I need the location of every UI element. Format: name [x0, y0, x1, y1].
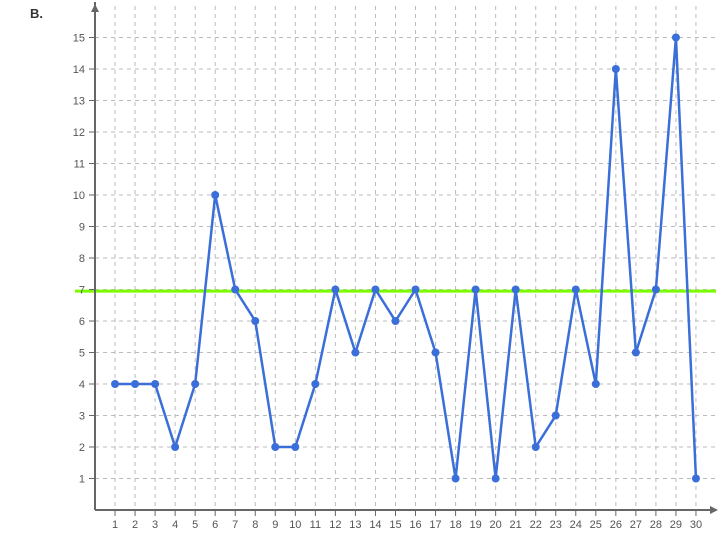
data-point — [572, 286, 580, 294]
data-point — [432, 349, 440, 357]
data-point — [171, 443, 179, 451]
x-tick-label: 1 — [112, 519, 118, 531]
data-point — [311, 380, 319, 388]
x-tick-label: 7 — [232, 519, 238, 531]
y-tick-label: 2 — [79, 442, 85, 454]
y-tick-label: 4 — [79, 379, 85, 391]
x-tick-label: 30 — [690, 519, 702, 531]
y-tick-label: 12 — [73, 127, 85, 139]
data-point — [512, 286, 520, 294]
y-tick-label: 5 — [79, 348, 85, 360]
x-tick-label: 8 — [252, 519, 258, 531]
data-point — [391, 317, 399, 325]
data-point — [532, 443, 540, 451]
x-tick-label: 13 — [349, 519, 361, 531]
y-tick-label: 1 — [79, 474, 85, 486]
data-point — [251, 317, 259, 325]
data-point — [111, 380, 119, 388]
data-point — [191, 380, 199, 388]
x-tick-label: 11 — [310, 519, 321, 531]
data-point — [211, 191, 219, 199]
x-tick-label: 25 — [590, 519, 602, 531]
x-tick-label: 27 — [630, 519, 642, 531]
x-tick-label: 21 — [510, 519, 522, 531]
data-point — [291, 443, 299, 451]
y-tick-label: 15 — [73, 33, 85, 45]
x-tick-label: 14 — [369, 519, 381, 531]
line-chart: 1234567891011121314151617181920212223242… — [0, 0, 728, 557]
x-tick-label: 10 — [289, 519, 301, 531]
y-tick-label: 10 — [73, 190, 85, 202]
y-tick-label: 11 — [74, 159, 85, 171]
data-point — [331, 286, 339, 294]
data-point — [131, 380, 139, 388]
x-tick-label: 5 — [192, 519, 198, 531]
y-tick-label: 3 — [79, 411, 85, 423]
data-point — [692, 475, 700, 483]
x-tick-label: 22 — [530, 519, 542, 531]
data-point — [552, 412, 560, 420]
data-point — [412, 286, 420, 294]
data-point — [151, 380, 159, 388]
data-point — [492, 475, 500, 483]
x-tick-label: 3 — [152, 519, 158, 531]
data-point — [472, 286, 480, 294]
x-tick-label: 19 — [469, 519, 481, 531]
data-point — [632, 349, 640, 357]
data-point — [672, 34, 680, 42]
data-point — [612, 65, 620, 73]
y-tick-label: 6 — [79, 316, 85, 328]
y-tick-label: 13 — [73, 96, 85, 108]
x-tick-label: 12 — [329, 519, 341, 531]
x-axis-arrow — [710, 506, 718, 514]
x-tick-label: 24 — [570, 519, 582, 531]
data-point — [351, 349, 359, 357]
y-tick-label: 7 — [79, 285, 85, 297]
y-tick-label: 8 — [79, 253, 85, 265]
x-tick-label: 18 — [449, 519, 461, 531]
y-axis-arrow — [91, 4, 99, 12]
x-tick-label: 26 — [610, 519, 622, 531]
x-tick-label: 28 — [650, 519, 662, 531]
x-tick-label: 15 — [389, 519, 401, 531]
y-tick-label: 9 — [79, 222, 85, 234]
x-tick-label: 6 — [212, 519, 218, 531]
x-tick-label: 16 — [409, 519, 421, 531]
y-tick-label: 14 — [73, 64, 85, 76]
data-point — [231, 286, 239, 294]
data-point — [652, 286, 660, 294]
data-point — [452, 475, 460, 483]
x-tick-label: 20 — [490, 519, 502, 531]
x-tick-label: 17 — [429, 519, 441, 531]
x-tick-label: 2 — [132, 519, 138, 531]
x-tick-label: 29 — [670, 519, 682, 531]
data-point — [271, 443, 279, 451]
x-tick-label: 4 — [172, 519, 178, 531]
x-tick-label: 9 — [272, 519, 278, 531]
data-point — [371, 286, 379, 294]
data-point — [592, 380, 600, 388]
x-tick-label: 23 — [550, 519, 562, 531]
